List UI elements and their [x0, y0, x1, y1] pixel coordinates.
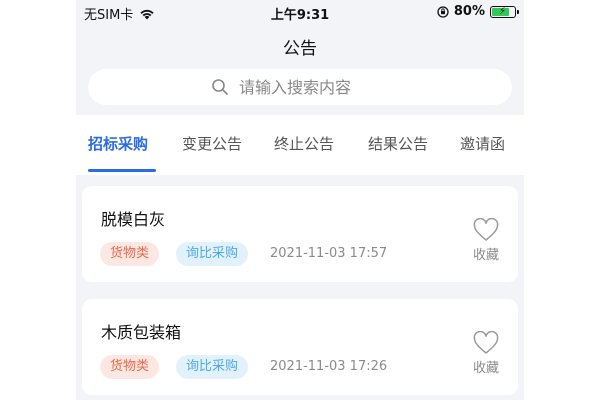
heart-outline-icon — [473, 218, 499, 241]
favorite-label: 收藏 — [472, 248, 499, 263]
phone-screen: 无SIM卡 上午9:31 80% ⚡ 公告 请输入搜索内容 招标采购 变更公告 … — [76, 0, 524, 400]
category-badge: 货物类 — [100, 242, 160, 266]
search-bar[interactable] — [88, 69, 512, 105]
tab-bar: 招标采购 变更公告 终止公告 结果公告 邀请函 — [76, 115, 524, 175]
orientation-lock-icon — [437, 5, 449, 18]
heart-outline-icon — [473, 331, 499, 354]
favorite-button[interactable]: 收藏 — [468, 218, 504, 263]
tab-invitation[interactable]: 邀请函 — [460, 133, 505, 154]
favorite-label: 收藏 — [472, 361, 499, 376]
search-icon — [212, 79, 228, 95]
item-timestamp: 2021-11-03 17:26 — [270, 359, 388, 374]
item-timestamp: 2021-11-03 17:57 — [270, 246, 388, 261]
item-title: 木质包装箱 — [101, 323, 182, 342]
battery-charging-icon: ⚡ — [490, 5, 519, 18]
list-item[interactable]: 木质包装箱 货物类 询比采购 2021-11-03 17:26 收藏 — [82, 299, 518, 395]
favorite-button[interactable]: 收藏 — [468, 331, 504, 376]
status-bar: 无SIM卡 上午9:31 80% ⚡ — [76, 0, 524, 24]
tab-result-notice[interactable]: 结果公告 — [368, 133, 428, 154]
tab-change-notice[interactable]: 变更公告 — [182, 133, 242, 154]
search-input[interactable] — [239, 77, 389, 97]
page-title: 公告 — [283, 39, 317, 59]
battery-percent: 80% — [453, 4, 485, 19]
tab-termination-notice[interactable]: 终止公告 — [274, 133, 334, 154]
list-item[interactable]: 脱模白灰 货物类 询比采购 2021-11-03 17:57 收藏 — [82, 186, 518, 282]
item-title: 脱模白灰 — [101, 210, 166, 229]
method-badge: 询比采购 — [176, 242, 249, 266]
category-badge: 货物类 — [100, 355, 160, 379]
active-tab-indicator — [88, 169, 156, 172]
method-badge: 询比采购 — [176, 355, 249, 379]
tab-bidding-procurement[interactable]: 招标采购 — [88, 133, 148, 154]
